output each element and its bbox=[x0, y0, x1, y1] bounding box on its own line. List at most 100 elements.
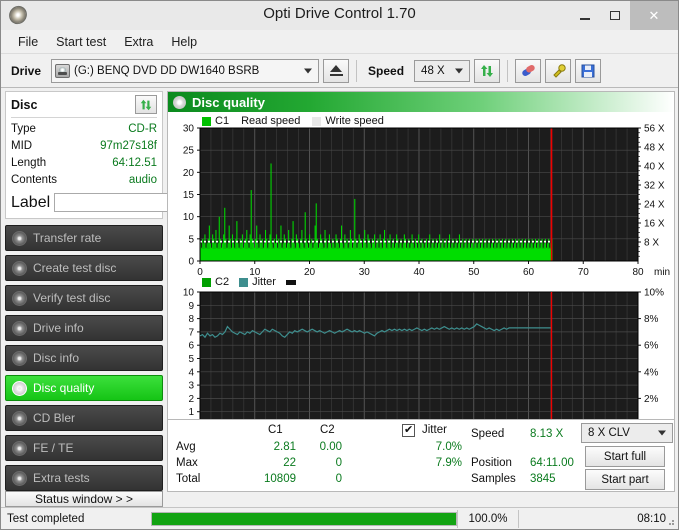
sidebar-item-label: Create test disc bbox=[33, 261, 116, 275]
disc-contents-label: Contents bbox=[11, 172, 57, 189]
speed-stat-label: Speed bbox=[471, 428, 504, 440]
svg-text:50: 50 bbox=[468, 267, 480, 278]
sidebar-item-transfer-rate[interactable]: Transfer rate bbox=[5, 225, 163, 251]
menu-help[interactable]: Help bbox=[162, 32, 206, 52]
progress-bar bbox=[151, 512, 457, 526]
minimize-icon bbox=[580, 18, 590, 20]
sidebar-item-fe-te[interactable]: FE / TE bbox=[5, 435, 163, 461]
refresh-button[interactable] bbox=[474, 59, 500, 83]
jitter-checkbox[interactable] bbox=[402, 424, 415, 437]
plug-icon bbox=[550, 63, 567, 79]
sidebar-item-label: FE / TE bbox=[33, 441, 73, 455]
disc-icon bbox=[12, 471, 27, 486]
disc-row-type: Type CD-R bbox=[11, 121, 157, 138]
disc-info-panel: Disc Type CD-R MID 97m27s18f bbox=[5, 91, 163, 219]
disc-icon bbox=[12, 261, 27, 276]
speed-select[interactable]: 48 X bbox=[414, 60, 470, 82]
disc-quality-icon bbox=[173, 96, 186, 109]
svg-text:min: min bbox=[654, 267, 670, 278]
svg-text:5: 5 bbox=[188, 354, 194, 365]
title-bar: Opti Drive Control 1.70 ✕ bbox=[1, 1, 678, 30]
status-window-button[interactable]: Status window > > bbox=[5, 491, 163, 507]
svg-text:8 X: 8 X bbox=[644, 238, 659, 249]
minimize-button[interactable] bbox=[570, 1, 600, 30]
disc-row-label: Label bbox=[11, 192, 157, 213]
nav-list: Transfer rate Create test disc Verify te… bbox=[5, 225, 163, 491]
floppy-save-icon bbox=[580, 63, 596, 79]
svg-text:30: 30 bbox=[183, 124, 195, 135]
svg-text:0: 0 bbox=[197, 267, 203, 278]
start-full-button[interactable]: Start full bbox=[585, 446, 665, 467]
sidebar-item-cd-bler[interactable]: CD Bler bbox=[5, 405, 163, 431]
erase-button[interactable] bbox=[515, 59, 541, 83]
sidebar-item-drive-info[interactable]: Drive info bbox=[5, 315, 163, 341]
sidebar-item-create-test-disc[interactable]: Create test disc bbox=[5, 255, 163, 281]
svg-text:24 X: 24 X bbox=[644, 200, 665, 211]
sidebar-item-label: Drive info bbox=[33, 321, 84, 335]
window-controls: ✕ bbox=[570, 1, 678, 30]
save-button[interactable] bbox=[575, 59, 601, 83]
svg-text:4%: 4% bbox=[644, 367, 659, 378]
eject-button[interactable] bbox=[323, 59, 349, 83]
sidebar-item-verify-test-disc[interactable]: Verify test disc bbox=[5, 285, 163, 311]
content-panel: Disc quality C1 Read speed Write speed C… bbox=[167, 91, 675, 492]
stats-panel: C1 C2 Avg 2.81 0.00 Max 22 0 Total 10809… bbox=[168, 419, 674, 491]
stats-c1-max: 22 bbox=[256, 457, 296, 469]
svg-text:80: 80 bbox=[632, 267, 644, 278]
stats-c2-max: 0 bbox=[306, 457, 342, 469]
sidebar-item-extra-tests[interactable]: Extra tests bbox=[5, 465, 163, 491]
main-body: Disc Type CD-R MID 97m27s18f bbox=[1, 88, 678, 492]
refresh-arrows-icon bbox=[479, 63, 495, 79]
disc-mid-label: MID bbox=[11, 138, 32, 155]
chevron-down-icon bbox=[304, 68, 312, 73]
svg-text:16 X: 16 X bbox=[644, 219, 665, 230]
speed-label: Speed bbox=[368, 64, 404, 78]
drive-icon bbox=[12, 321, 27, 336]
disc-label-label: Label bbox=[11, 194, 50, 212]
sidebar-item-label: Transfer rate bbox=[33, 231, 101, 245]
disc-row-mid: MID 97m27s18f bbox=[11, 138, 157, 155]
svg-text:2%: 2% bbox=[644, 394, 659, 405]
disc-icon bbox=[12, 381, 27, 396]
resize-grip[interactable] bbox=[665, 516, 675, 526]
close-button[interactable]: ✕ bbox=[630, 1, 678, 30]
position-stat-label: Position bbox=[471, 457, 512, 469]
speed-stat-value: 8.13 X bbox=[530, 428, 563, 440]
sidebar-item-disc-info[interactable]: Disc info bbox=[5, 345, 163, 371]
sidebar-item-label: Disc info bbox=[33, 351, 79, 365]
maximize-button[interactable] bbox=[600, 1, 630, 30]
svg-text:3: 3 bbox=[188, 381, 194, 392]
jitter-avg: 7.0% bbox=[410, 441, 462, 453]
menu-start-test[interactable]: Start test bbox=[47, 32, 115, 52]
disc-contents-value: audio bbox=[129, 172, 157, 189]
samples-stat-label: Samples bbox=[471, 473, 516, 485]
svg-text:48 X: 48 X bbox=[644, 143, 665, 154]
menu-file[interactable]: File bbox=[9, 32, 47, 52]
disc-length-label: Length bbox=[11, 155, 46, 172]
write-mode-value: 8 X CLV bbox=[588, 427, 630, 439]
disc-mid-value: 97m27s18f bbox=[100, 138, 157, 155]
toolbar-separator-2 bbox=[507, 60, 508, 82]
sidebar-item-label: Extra tests bbox=[33, 471, 90, 485]
tools-button[interactable] bbox=[545, 59, 571, 83]
svg-text:6%: 6% bbox=[644, 341, 659, 352]
svg-text:0: 0 bbox=[188, 257, 194, 268]
svg-text:10: 10 bbox=[183, 288, 195, 299]
svg-text:32 X: 32 X bbox=[644, 181, 665, 192]
stats-c2-total: 0 bbox=[306, 473, 342, 485]
svg-text:30: 30 bbox=[359, 267, 371, 278]
write-mode-select[interactable]: 8 X CLV bbox=[581, 423, 673, 443]
stats-c1-total: 10809 bbox=[246, 473, 296, 485]
svg-text:8: 8 bbox=[188, 314, 194, 325]
svg-text:7: 7 bbox=[188, 327, 194, 338]
start-part-button[interactable]: Start part bbox=[585, 469, 665, 490]
drive-select[interactable]: (G:) BENQ DVD DD DW1640 BSRB bbox=[51, 59, 319, 83]
panel-header: Disc quality bbox=[168, 92, 674, 112]
stats-row-max-label: Max bbox=[176, 457, 198, 469]
sidebar-item-disc-quality[interactable]: Disc quality bbox=[5, 375, 163, 401]
svg-text:10: 10 bbox=[249, 267, 261, 278]
menu-extra[interactable]: Extra bbox=[115, 32, 162, 52]
disc-refresh-button[interactable] bbox=[135, 95, 157, 114]
status-text: Test completed bbox=[1, 513, 151, 525]
stats-header-c2: C2 bbox=[320, 424, 335, 436]
